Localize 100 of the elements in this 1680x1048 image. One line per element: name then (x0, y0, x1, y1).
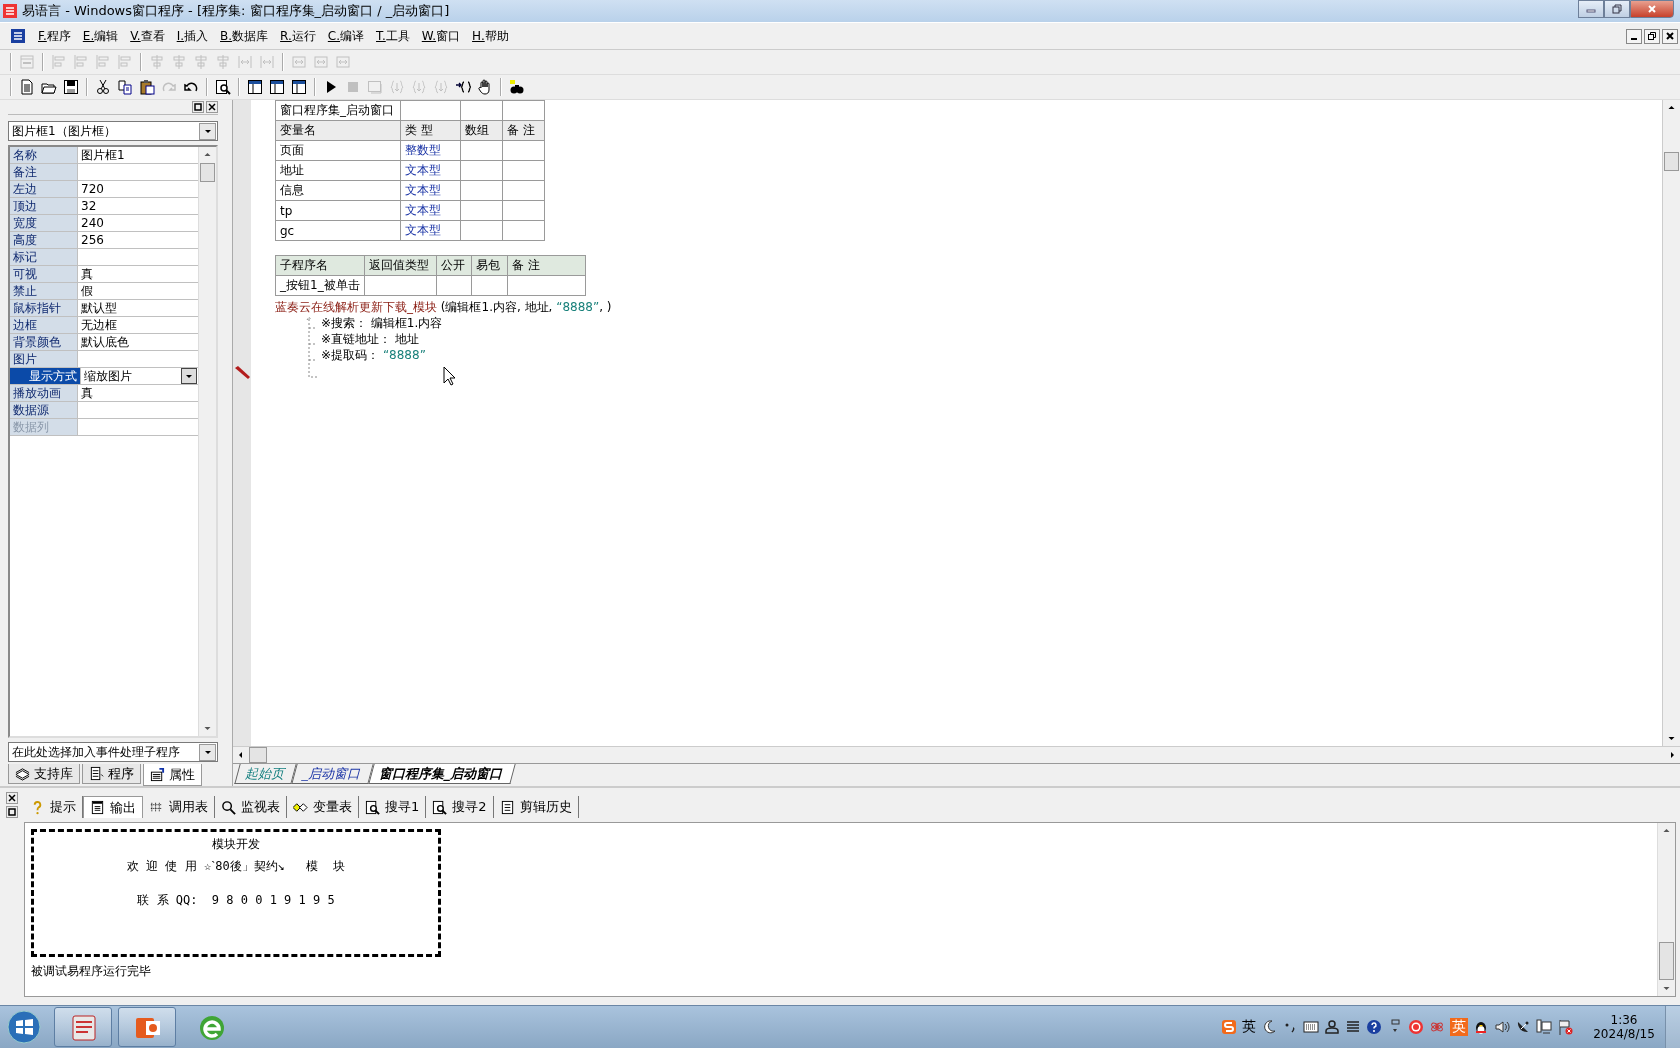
atom-icon[interactable] (1429, 1019, 1445, 1035)
square-icon (8, 808, 16, 816)
scrollbar[interactable] (233, 746, 1680, 763)
binoculars-icon (509, 79, 525, 95)
column-header: 公开 (436, 255, 472, 276)
property-name[interactable]: 左边 (10, 181, 78, 197)
menu-item[interactable]: H.帮助 (466, 27, 515, 45)
property-name[interactable]: 顶边 (10, 198, 78, 214)
clock-time[interactable]: 1:36 (1610, 1013, 1638, 1027)
scroll-thumb[interactable] (1659, 942, 1674, 980)
property-value[interactable]: 图片框1 (78, 147, 198, 163)
close-button[interactable] (1662, 28, 1678, 44)
property-name[interactable]: 标记 (10, 249, 78, 265)
table-cell: tp (275, 200, 401, 221)
property-value[interactable]: 真 (78, 266, 198, 282)
scrollbar[interactable] (198, 147, 216, 736)
dropdown-arrow-icon (203, 748, 212, 756)
float-button[interactable] (192, 101, 204, 113)
satellite-dish-icon[interactable] (1515, 1019, 1531, 1035)
menu-item[interactable]: I.插入 (170, 27, 215, 45)
property-name[interactable]: 背景颜色 (10, 334, 78, 350)
penguin-icon[interactable] (1473, 1019, 1489, 1035)
square-icon (194, 103, 202, 111)
property-name[interactable]: 数据源 (10, 402, 78, 418)
minimize-button[interactable] (1626, 28, 1642, 44)
property-value[interactable]: 无边框 (78, 317, 198, 333)
property-value[interactable]: 缩放图片 (81, 368, 198, 384)
clock-date[interactable]: 2024/8/15 (1593, 1027, 1655, 1041)
pencil-icon (234, 365, 250, 381)
network-icon[interactable] (1536, 1019, 1552, 1035)
magnifier-page-icon (432, 799, 448, 815)
menu-item[interactable]: R.运行 (274, 27, 322, 45)
menu-item[interactable]: T.工具 (370, 27, 416, 45)
property-name[interactable]: 备注 (10, 164, 78, 180)
float-button[interactable] (6, 806, 18, 818)
input-method-icon[interactable] (1221, 1019, 1237, 1035)
parameter-hint: ※直链地址： 地址 (321, 331, 420, 347)
scrollbar[interactable] (1657, 823, 1675, 996)
property-name[interactable]: 名称 (10, 147, 78, 163)
scroll-thumb[interactable] (249, 747, 267, 763)
property-name[interactable]: 播放动画 (10, 385, 78, 401)
diary-taskbar-button[interactable] (54, 1007, 112, 1047)
property-value[interactable]: 默认型 (78, 300, 198, 316)
scroll-thumb[interactable] (1664, 152, 1679, 171)
editor-tab[interactable]: 窗口程序集_启动窗口 (367, 764, 515, 784)
menu-icon[interactable] (1345, 1019, 1361, 1035)
property-name[interactable]: 可视 (10, 266, 78, 282)
panel-tab[interactable]: 支持库 (8, 764, 80, 784)
close-button[interactable] (6, 792, 18, 804)
event-dropdown[interactable]: 在此处选择加入事件处理子程序 (8, 742, 218, 762)
object-dropdown[interactable]: 图片框1（图片框） (8, 121, 218, 141)
panel-tab[interactable]: 程序 (82, 764, 141, 784)
property-value[interactable]: 默认底色 (78, 334, 198, 350)
menu-item[interactable]: E.编辑 (76, 27, 125, 45)
property-name[interactable]: 边框 (10, 317, 78, 333)
new-file-icon (19, 79, 35, 95)
windows-logo-icon (6, 1009, 42, 1045)
editor-tab[interactable]: 起始页 (234, 764, 297, 784)
column-header: 备 注 (507, 255, 586, 276)
editor-tab[interactable]: _启动窗口 (291, 764, 374, 784)
property-name[interactable]: 高度 (10, 232, 78, 248)
braces-arrow-icon (455, 79, 471, 95)
property-value[interactable]: 240 (78, 215, 198, 231)
presentation-taskbar-button[interactable] (118, 1007, 176, 1047)
magnifier-page-icon (215, 79, 231, 95)
keyboard-icon[interactable] (1303, 1019, 1319, 1035)
property-value[interactable]: 32 (78, 198, 198, 214)
help-icon[interactable] (1366, 1019, 1382, 1035)
menu-item[interactable]: B.数据库 (214, 27, 275, 45)
property-name[interactable]: 显示方式 (10, 368, 81, 384)
copy-icon (117, 79, 133, 95)
flag-icon[interactable] (1557, 1019, 1573, 1035)
input-mode-indicator[interactable]: 英 (1242, 1018, 1256, 1036)
scroll-thumb[interactable] (200, 163, 215, 182)
property-value[interactable]: 256 (78, 232, 198, 248)
property-value[interactable]: 720 (78, 181, 198, 197)
restore-button[interactable] (1644, 28, 1660, 44)
property-value[interactable]: 假 (78, 283, 198, 299)
user-icon[interactable] (1324, 1019, 1340, 1035)
speaker-icon[interactable] (1494, 1019, 1510, 1035)
property-name[interactable]: 图片 (10, 351, 78, 367)
menu-item[interactable]: F.程序 (32, 27, 77, 45)
property-name[interactable]: 宽度 (10, 215, 78, 231)
center-icon (149, 54, 165, 70)
moon-icon[interactable] (1261, 1019, 1277, 1035)
property-name[interactable]: 鼠标指针 (10, 300, 78, 316)
align-icon (51, 54, 67, 70)
close-icon (1646, 3, 1658, 15)
close-button[interactable] (206, 101, 218, 113)
property-name[interactable]: 禁止 (10, 283, 78, 299)
property-value[interactable]: 真 (78, 385, 198, 401)
panel-tab[interactable]: 属性 (143, 764, 202, 786)
record-icon[interactable] (1408, 1019, 1424, 1035)
scrollbar[interactable] (1662, 100, 1680, 746)
document-icon (89, 766, 104, 781)
menu-item[interactable]: C.编译 (321, 27, 371, 45)
panel-tab[interactable]: 输出 (83, 796, 143, 818)
menu-item[interactable]: W.窗口 (415, 27, 467, 45)
parameter-hint: ※提取码： “8888” (321, 347, 427, 363)
menu-item[interactable]: V.查看 (124, 27, 171, 45)
